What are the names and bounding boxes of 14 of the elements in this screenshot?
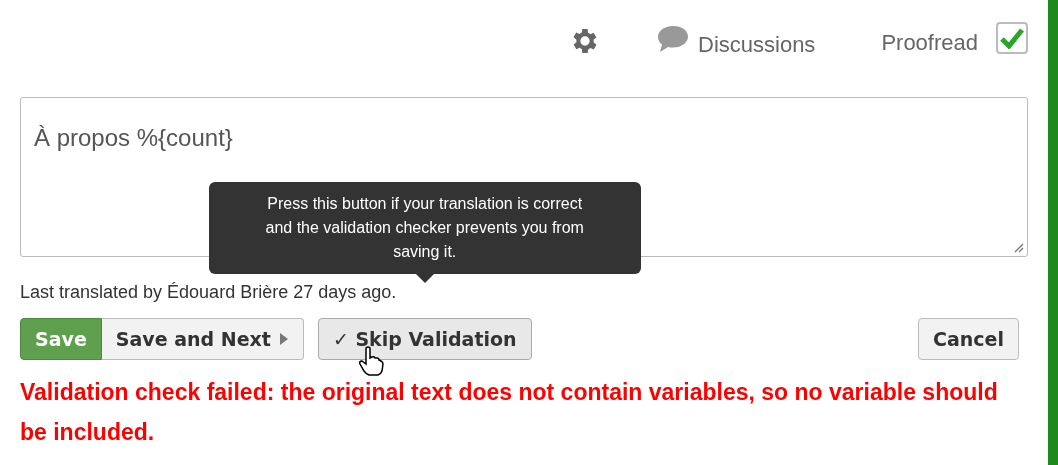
- skip-validation-button[interactable]: ✓ Skip Validation: [317, 318, 532, 360]
- speech-bubble-icon[interactable]: [656, 24, 690, 54]
- checkmark-icon: [1000, 27, 1024, 49]
- save-next-button[interactable]: Save and Next: [101, 318, 304, 360]
- tooltip: Press this button if your translation is correct and the validation checker prevents you from saving it.: [208, 182, 641, 274]
- proofread-checkbox[interactable]: [996, 22, 1028, 54]
- proofread-label: Proofread: [881, 29, 978, 57]
- discussions-link[interactable]: Discussions: [698, 28, 816, 61]
- resize-handle-icon[interactable]: [1012, 241, 1024, 253]
- error-message: Validation check failed: the original text does not contain variables, so no variable should be included.: [20, 378, 999, 447]
- tooltip-arrow-icon: [414, 273, 435, 283]
- caret-icon: [278, 332, 289, 346]
- cancel-button[interactable]: Cancel: [918, 318, 1019, 360]
- last-translated-text: Last translated by Édouard Brière 27 days ago.: [20, 281, 397, 303]
